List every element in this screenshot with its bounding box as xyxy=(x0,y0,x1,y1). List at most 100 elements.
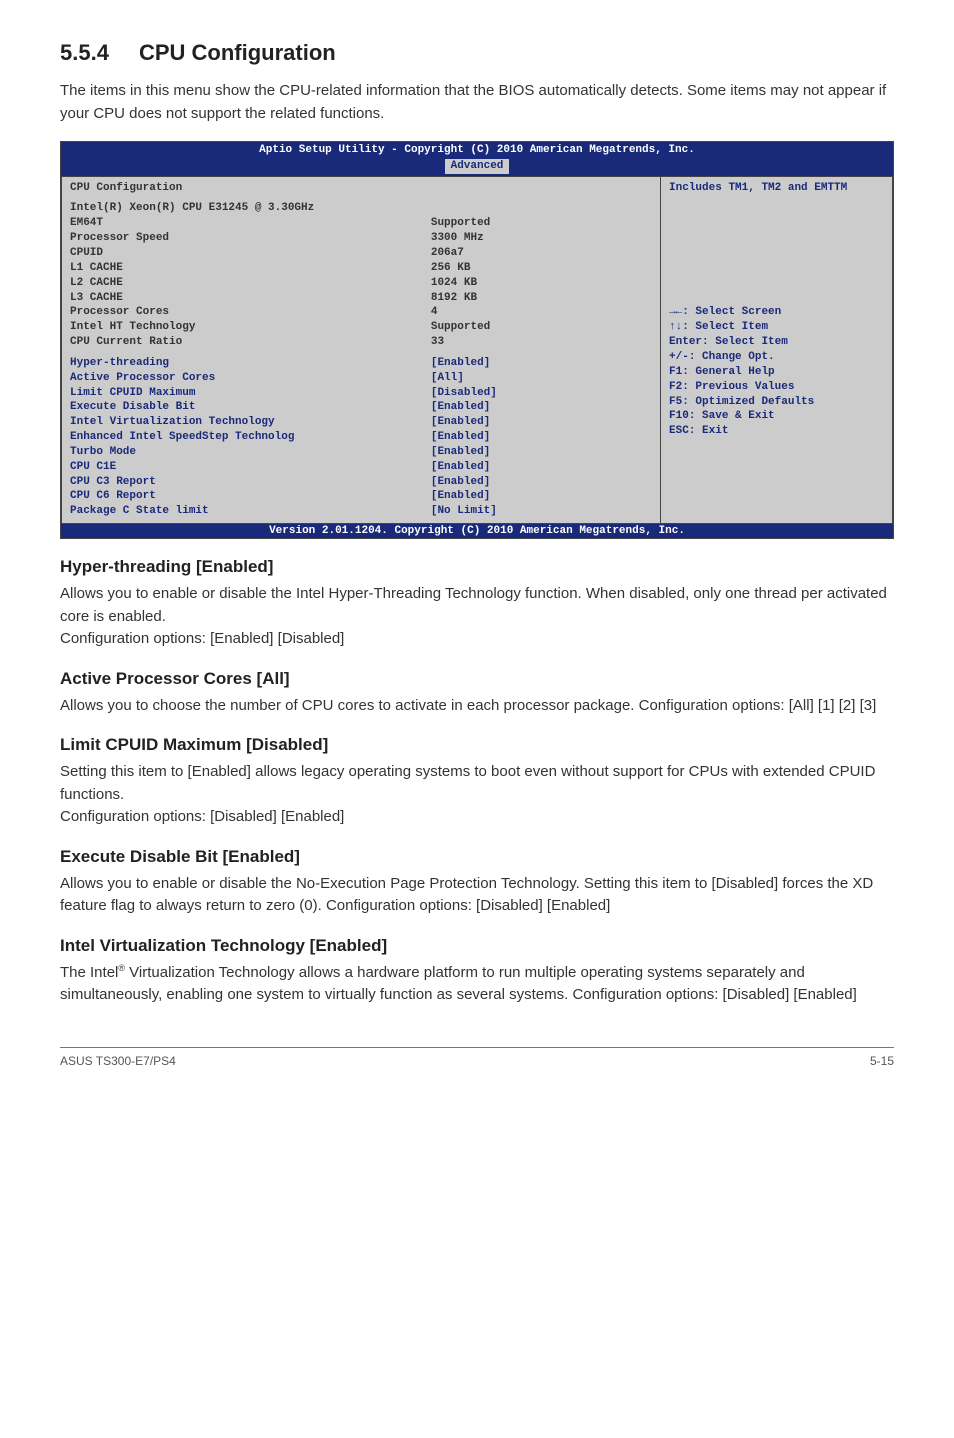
bios-option-row[interactable]: Hyper-threading[Enabled] xyxy=(70,356,652,371)
bios-info-row: L1 CACHE256 KB xyxy=(70,261,652,276)
option-description: The Intel® Virtualization Technology all… xyxy=(60,962,894,1007)
bios-option-label: CPU C3 Report xyxy=(70,475,431,490)
page-content: 5.5.4 CPU Configuration The items in this… xyxy=(60,40,894,1068)
bios-info-row: L2 CACHE1024 KB xyxy=(70,276,652,291)
option-heading: Limit CPUID Maximum [Disabled] xyxy=(60,735,894,755)
option-heading: Active Processor Cores [All] xyxy=(60,669,894,689)
bios-body: CPU Configuration Intel(R) Xeon(R) CPU E… xyxy=(61,176,893,525)
bios-info-label: L3 CACHE xyxy=(70,291,431,306)
bios-help-top: Includes TM1, TM2 and EMTTM xyxy=(669,181,884,196)
section-heading: 5.5.4 CPU Configuration xyxy=(60,40,894,66)
bios-help-line: ESC: Exit xyxy=(669,424,884,439)
bios-footer: Version 2.01.1204. Copyright (C) 2010 Am… xyxy=(61,524,893,538)
bios-option-row[interactable]: CPU C1E[Enabled] xyxy=(70,460,652,475)
bios-info-label: EM64T xyxy=(70,216,431,231)
bios-help-line: F5: Optimized Defaults xyxy=(669,395,884,410)
bios-info-value: 3300 MHz xyxy=(431,231,652,246)
bios-help-line: ↑↓: Select Item xyxy=(669,320,884,335)
option-description: Setting this item to [Enabled] allows le… xyxy=(60,761,894,829)
bios-info-row: L3 CACHE8192 KB xyxy=(70,291,652,306)
bios-tab-advanced: Advanced xyxy=(444,158,511,174)
option-heading: Intel Virtualization Technology [Enabled… xyxy=(60,936,894,956)
bios-info-value: Supported xyxy=(431,216,652,231)
bios-option-value: [Enabled] xyxy=(431,460,652,475)
bios-info-row: CPU Current Ratio33 xyxy=(70,335,652,350)
bios-help-line: +/-: Change Opt. xyxy=(669,350,884,365)
option-description: Allows you to enable or disable the No-E… xyxy=(60,873,894,918)
bios-info-value: 33 xyxy=(431,335,652,350)
bios-info-value: 256 KB xyxy=(431,261,652,276)
section-title: CPU Configuration xyxy=(139,40,336,65)
bios-option-value: [No Limit] xyxy=(431,504,652,519)
bios-info-label: Intel(R) Xeon(R) CPU E31245 @ 3.30GHz xyxy=(70,201,431,216)
bios-option-label: Active Processor Cores xyxy=(70,371,431,386)
section-number: 5.5.4 xyxy=(60,40,109,65)
bios-header: Aptio Setup Utility - Copyright (C) 2010… xyxy=(61,142,893,176)
page-footer: ASUS TS300-E7/PS4 5-15 xyxy=(60,1047,894,1068)
bios-option-label: Execute Disable Bit xyxy=(70,400,431,415)
bios-help-nav: →←: Select Screen↑↓: Select ItemEnter: S… xyxy=(669,305,884,439)
bios-info-label: Processor Cores xyxy=(70,305,431,320)
bios-option-label: Package C State limit xyxy=(70,504,431,519)
bios-option-value: [Enabled] xyxy=(431,356,652,371)
bios-info-row: Processor Speed3300 MHz xyxy=(70,231,652,246)
footer-right: 5-15 xyxy=(870,1054,894,1068)
section-intro: The items in this menu show the CPU-rela… xyxy=(60,80,894,125)
bios-option-value: [Enabled] xyxy=(431,445,652,460)
bios-option-row[interactable]: Enhanced Intel SpeedStep Technolog[Enabl… xyxy=(70,430,652,445)
option-heading: Hyper-threading [Enabled] xyxy=(60,557,894,577)
bios-panel-title: CPU Configuration xyxy=(70,181,431,196)
bios-option-value: [Enabled] xyxy=(431,415,652,430)
option-description: Allows you to choose the number of CPU c… xyxy=(60,695,894,718)
bios-header-line: Aptio Setup Utility - Copyright (C) 2010… xyxy=(259,144,695,156)
bios-option-label: Intel Virtualization Technology xyxy=(70,415,431,430)
bios-right-panel: Includes TM1, TM2 and EMTTM →←: Select S… xyxy=(660,176,893,525)
bios-screenshot: Aptio Setup Utility - Copyright (C) 2010… xyxy=(60,141,894,539)
option-description: Allows you to enable or disable the Inte… xyxy=(60,583,894,651)
bios-option-row[interactable]: CPU C3 Report[Enabled] xyxy=(70,475,652,490)
bios-help-line: F10: Save & Exit xyxy=(669,409,884,424)
bios-option-row[interactable]: Limit CPUID Maximum[Disabled] xyxy=(70,386,652,401)
bios-info-row: Processor Cores4 xyxy=(70,305,652,320)
bios-option-value: [Enabled] xyxy=(431,475,652,490)
bios-info-label: CPUID xyxy=(70,246,431,261)
bios-option-row[interactable]: Intel Virtualization Technology[Enabled] xyxy=(70,415,652,430)
bios-info-label: L2 CACHE xyxy=(70,276,431,291)
bios-info-value: 1024 KB xyxy=(431,276,652,291)
bios-option-row[interactable]: CPU C6 Report[Enabled] xyxy=(70,489,652,504)
bios-info-row: Intel HT TechnologySupported xyxy=(70,320,652,335)
bios-info-label: L1 CACHE xyxy=(70,261,431,276)
bios-option-value: [Enabled] xyxy=(431,489,652,504)
bios-option-label: Turbo Mode xyxy=(70,445,431,460)
bios-info-label: Processor Speed xyxy=(70,231,431,246)
bios-option-row[interactable]: Package C State limit[No Limit] xyxy=(70,504,652,519)
bios-option-value: [Disabled] xyxy=(431,386,652,401)
bios-help-line: Enter: Select Item xyxy=(669,335,884,350)
option-heading: Execute Disable Bit [Enabled] xyxy=(60,847,894,867)
bios-info-value: Supported xyxy=(431,320,652,335)
bios-help-line: F2: Previous Values xyxy=(669,380,884,395)
bios-left-panel: CPU Configuration Intel(R) Xeon(R) CPU E… xyxy=(61,176,660,525)
bios-option-label: Hyper-threading xyxy=(70,356,431,371)
bios-info-value: 8192 KB xyxy=(431,291,652,306)
bios-option-value: [Enabled] xyxy=(431,400,652,415)
bios-info-value xyxy=(431,201,652,216)
bios-info-label: CPU Current Ratio xyxy=(70,335,431,350)
bios-info-label: Intel HT Technology xyxy=(70,320,431,335)
bios-option-value: [Enabled] xyxy=(431,430,652,445)
bios-option-label: CPU C6 Report xyxy=(70,489,431,504)
bios-help-line: →←: Select Screen xyxy=(669,305,884,320)
bios-info-value: 206a7 xyxy=(431,246,652,261)
bios-option-label: Enhanced Intel SpeedStep Technolog xyxy=(70,430,431,445)
bios-option-row[interactable]: Turbo Mode[Enabled] xyxy=(70,445,652,460)
bios-option-row[interactable]: Active Processor Cores[All] xyxy=(70,371,652,386)
bios-option-label: Limit CPUID Maximum xyxy=(70,386,431,401)
bios-info-value: 4 xyxy=(431,305,652,320)
bios-option-row[interactable]: Execute Disable Bit[Enabled] xyxy=(70,400,652,415)
bios-option-value: [All] xyxy=(431,371,652,386)
bios-option-label: CPU C1E xyxy=(70,460,431,475)
bios-help-line: F1: General Help xyxy=(669,365,884,380)
bios-info-row: Intel(R) Xeon(R) CPU E31245 @ 3.30GHz xyxy=(70,201,652,216)
bios-info-row: EM64TSupported xyxy=(70,216,652,231)
footer-left: ASUS TS300-E7/PS4 xyxy=(60,1054,176,1068)
